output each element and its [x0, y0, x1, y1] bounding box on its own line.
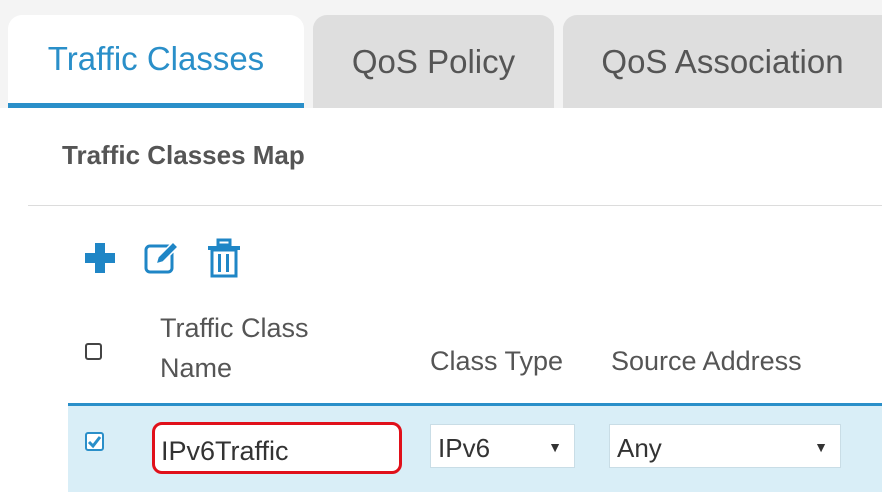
column-header-source-address[interactable]: Source Address — [611, 346, 802, 377]
source-address-value: Any — [617, 433, 662, 463]
tab-qos-association[interactable]: QoS Association — [563, 15, 882, 108]
add-button[interactable] — [80, 238, 120, 278]
row-checkbox[interactable] — [85, 432, 104, 451]
edit-icon — [144, 240, 180, 274]
plus-icon — [85, 243, 115, 273]
trash-icon — [208, 238, 240, 278]
delete-button[interactable] — [204, 238, 244, 278]
checkmark-icon — [87, 436, 102, 449]
header-line-1: Traffic Class — [160, 313, 309, 343]
tab-traffic-classes[interactable]: Traffic Classes — [8, 15, 304, 108]
chevron-down-icon: ▼ — [814, 439, 828, 455]
traffic-class-name-input[interactable]: IPv6Traffic — [152, 422, 402, 474]
class-type-value: IPv6 — [438, 433, 491, 463]
edit-button[interactable] — [142, 238, 182, 278]
class-type-select[interactable]: IPv6 ▼ — [430, 424, 575, 468]
panel-title: Traffic Classes Map — [62, 140, 305, 170]
source-address-select[interactable]: Any ▼ — [609, 424, 841, 468]
header-line-2: Name — [160, 353, 233, 383]
column-header-class-type[interactable]: Class Type — [430, 346, 563, 377]
tab-qos-policy[interactable]: QoS Policy — [313, 15, 554, 108]
chevron-down-icon: ▼ — [548, 439, 562, 455]
tab-bar: Traffic Classes QoS Policy QoS Associati… — [0, 0, 882, 108]
divider — [28, 205, 882, 206]
column-header-traffic-class-name[interactable]: Traffic Class Name — [160, 308, 400, 388]
select-all-checkbox[interactable] — [85, 343, 102, 360]
